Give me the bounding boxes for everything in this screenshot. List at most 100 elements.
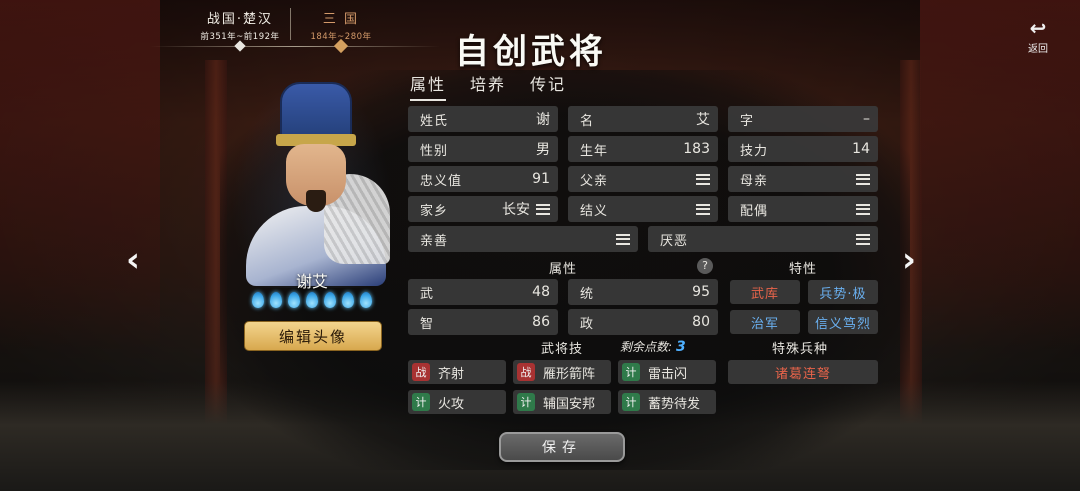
background-curtain-left xyxy=(0,0,160,350)
skill-name: 齐射 xyxy=(438,366,465,382)
field-sworn-siblings[interactable]: 结义 xyxy=(568,196,718,222)
trait-item[interactable]: 兵势·极 xyxy=(808,280,878,304)
skill-name: 雁形箭阵 xyxy=(543,366,596,382)
field-value: 长安 xyxy=(502,202,530,218)
era-three-kingdoms[interactable]: 三 国 184年~280年 xyxy=(292,8,390,42)
skills-header: 武将技 xyxy=(541,342,584,357)
field-label: 母亲 xyxy=(740,173,769,189)
field-surname[interactable]: 姓氏 谢 xyxy=(408,106,558,132)
field-label: 名 xyxy=(580,113,595,129)
menu-icon xyxy=(696,173,710,185)
skill-name: 蓄势待发 xyxy=(648,396,701,412)
tab-biography[interactable]: 传记 xyxy=(530,71,566,101)
field-label: 政 xyxy=(580,316,595,332)
water-drop-icon xyxy=(324,292,336,308)
attr-intelligence[interactable]: 智 86 xyxy=(408,309,558,335)
skill-name: 雷击闪 xyxy=(648,366,688,382)
menu-icon xyxy=(696,203,710,215)
field-value: 80 xyxy=(692,314,710,330)
skill-item[interactable]: 计 雷击闪 xyxy=(618,360,716,384)
field-label: 配偶 xyxy=(740,203,769,219)
skill-item[interactable]: 战 雁形箭阵 xyxy=(513,360,611,384)
portrait-beard xyxy=(306,190,326,212)
field-value: 48 xyxy=(532,284,550,300)
menu-icon xyxy=(536,203,550,215)
battle-tag-icon: 战 xyxy=(517,363,535,381)
edit-portrait-button[interactable]: 编辑头像 xyxy=(244,321,382,351)
prev-arrow-icon[interactable]: ‹ xyxy=(126,240,140,280)
remaining-points: 剩余点数: 3 xyxy=(620,338,686,355)
potential-drops xyxy=(252,292,372,308)
field-label: 统 xyxy=(580,286,595,302)
field-loyalty[interactable]: 忠义值 91 xyxy=(408,166,558,192)
field-courtesy-name[interactable]: 字 – xyxy=(728,106,878,132)
attr-war[interactable]: 武 48 xyxy=(408,279,558,305)
era-name: 三 国 xyxy=(322,12,360,27)
attr-command[interactable]: 统 95 xyxy=(568,279,718,305)
menu-icon xyxy=(856,173,870,185)
skill-name: 火攻 xyxy=(438,396,465,412)
strategy-tag-icon: 计 xyxy=(622,393,640,411)
field-value: 谢 xyxy=(536,112,550,128)
era-warring-states[interactable]: 战国·楚汉 前351年~前192年 xyxy=(190,8,290,42)
field-birth-year[interactable]: 生年 183 xyxy=(568,136,718,162)
field-skill-power[interactable]: 技力 14 xyxy=(728,136,878,162)
trait-item[interactable]: 信义笃烈 xyxy=(808,310,878,334)
water-drop-icon xyxy=(288,292,300,308)
menu-icon xyxy=(856,233,870,245)
field-label: 技力 xyxy=(740,143,769,159)
field-label: 生年 xyxy=(580,143,609,159)
strategy-tag-icon: 计 xyxy=(412,393,430,411)
field-value: 86 xyxy=(532,314,550,330)
field-father[interactable]: 父亲 xyxy=(568,166,718,192)
field-label: 姓氏 xyxy=(420,113,449,129)
field-value: – xyxy=(863,111,870,127)
field-hostile[interactable]: 厌恶 xyxy=(648,226,878,252)
remaining-points-value: 3 xyxy=(676,339,686,355)
skill-item[interactable]: 计 辅国安邦 xyxy=(513,390,611,414)
field-gender[interactable]: 性别 男 xyxy=(408,136,558,162)
back-button[interactable]: ↩ 返回 xyxy=(1018,18,1058,55)
field-spouse[interactable]: 配偶 xyxy=(728,196,878,222)
tab-training[interactable]: 培养 xyxy=(470,71,506,101)
strategy-tag-icon: 计 xyxy=(517,393,535,411)
portrait-hat xyxy=(280,82,352,140)
field-mother[interactable]: 母亲 xyxy=(728,166,878,192)
field-label: 武 xyxy=(420,286,435,302)
skill-item[interactable]: 计 火攻 xyxy=(408,390,506,414)
skill-name: 辅国安邦 xyxy=(543,396,596,412)
field-label: 亲善 xyxy=(420,233,449,249)
traits-header: 特性 xyxy=(789,262,818,277)
help-icon[interactable]: ? xyxy=(697,258,713,274)
save-button[interactable]: 保存 xyxy=(499,432,625,462)
field-label: 智 xyxy=(420,316,435,332)
era-marker xyxy=(234,40,246,52)
attr-politics[interactable]: 政 80 xyxy=(568,309,718,335)
field-given-name[interactable]: 名 艾 xyxy=(568,106,718,132)
era-divider xyxy=(290,8,291,40)
remaining-points-label: 剩余点数: xyxy=(620,340,673,354)
water-drop-icon xyxy=(252,292,264,308)
field-friendly[interactable]: 亲善 xyxy=(408,226,638,252)
skill-item[interactable]: 计 蓄势待发 xyxy=(618,390,716,414)
field-value: 14 xyxy=(852,141,870,157)
skill-item[interactable]: 战 齐射 xyxy=(408,360,506,384)
attributes-header: 属性 xyxy=(549,262,578,277)
special-unit-item[interactable]: 诸葛连弩 xyxy=(728,360,878,384)
field-hometown[interactable]: 家乡 长安 xyxy=(408,196,558,222)
era-timeline xyxy=(150,46,440,47)
back-label: 返回 xyxy=(1028,44,1048,55)
menu-icon xyxy=(616,233,630,245)
next-arrow-icon[interactable]: › xyxy=(902,240,916,280)
trait-item[interactable]: 武库 xyxy=(730,280,800,304)
tab-attributes[interactable]: 属性 xyxy=(410,71,447,101)
water-drop-icon xyxy=(306,292,318,308)
field-value: 91 xyxy=(532,171,550,187)
trait-item[interactable]: 治军 xyxy=(730,310,800,334)
water-drop-icon xyxy=(342,292,354,308)
field-label: 忠义值 xyxy=(420,173,463,189)
water-drop-icon xyxy=(270,292,282,308)
field-label: 家乡 xyxy=(420,203,449,219)
character-name: 谢艾 xyxy=(295,272,328,291)
strategy-tag-icon: 计 xyxy=(622,363,640,381)
